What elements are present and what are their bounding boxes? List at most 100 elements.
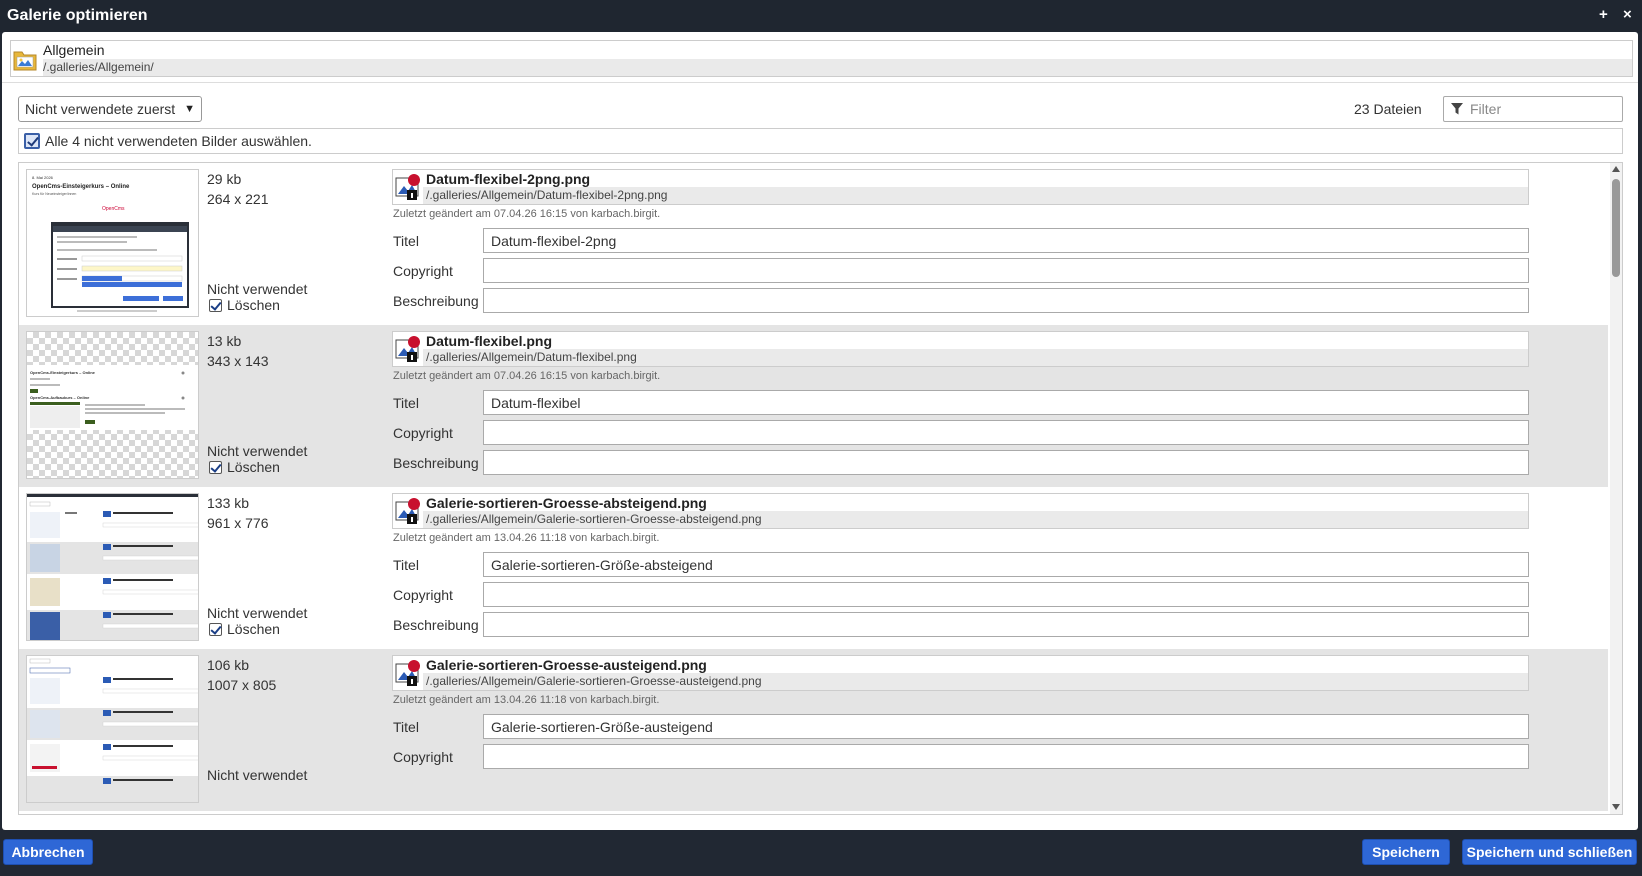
- thumb-date: 8. Mai 2026: [32, 175, 54, 180]
- image-dimensions: 1007 x 805: [207, 677, 277, 693]
- folder-name: Allgemein: [43, 42, 105, 58]
- file-info[interactable]: Datum-flexibel.png /.galleries/Allgemein…: [392, 331, 1529, 367]
- unused-status: Nicht verwendet: [207, 767, 308, 783]
- sort-selected-value: Nicht verwendete zuerst: [25, 101, 176, 117]
- svg-text:OpenCms-Einsteigerkurs – Onlin: OpenCms-Einsteigerkurs – Online: [30, 370, 96, 375]
- last-modified: Zuletzt geändert am 13.04.26 11:18 von k…: [393, 532, 660, 544]
- copyright-label: Copyright: [393, 587, 453, 603]
- delete-checkbox-box[interactable]: [209, 460, 222, 474]
- title-label: Titel: [393, 233, 419, 249]
- file-info[interactable]: Galerie-sortieren-Groesse-absteigend.png…: [392, 493, 1529, 529]
- file-name: Datum-flexibel.png: [426, 333, 553, 349]
- image-dimensions: 961 x 776: [207, 515, 269, 531]
- file-info[interactable]: Datum-flexibel-2png.png /.galleries/Allg…: [392, 169, 1529, 205]
- delete-checkbox[interactable]: Löschen: [207, 297, 280, 313]
- list-scrollbar[interactable]: [1610, 163, 1622, 814]
- image-file-icon: [395, 660, 420, 686]
- scroll-up-icon[interactable]: [1612, 166, 1620, 172]
- save-button[interactable]: Speichern: [1362, 839, 1450, 865]
- title-label: Titel: [393, 719, 419, 735]
- description-label: Beschreibung: [393, 293, 479, 309]
- gallery-optimize-dialog: Galerie optimieren + × Allgemein /.galle…: [0, 0, 1642, 876]
- delete-checkbox[interactable]: Löschen: [207, 459, 280, 475]
- copyright-input[interactable]: [483, 744, 1529, 769]
- toolbar-divider: [2, 82, 1638, 83]
- save-close-button[interactable]: Speichern und schließen: [1462, 839, 1637, 865]
- description-label: Beschreibung: [393, 455, 479, 471]
- list-item: OpenCms-Einsteigerkurs – Online OpenCms-…: [19, 325, 1608, 487]
- image-dimensions: 264 x 221: [207, 191, 269, 207]
- image-file-icon: [395, 336, 420, 362]
- sort-select[interactable]: Nicht verwendete zuerst ▼: [18, 96, 202, 122]
- copyright-label: Copyright: [393, 749, 453, 765]
- file-info[interactable]: Galerie-sortieren-Groesse-austeigend.png…: [392, 655, 1529, 691]
- svg-text:OpenCms-Einsteigerkurs – Onlin: OpenCms-Einsteigerkurs – Online: [32, 184, 130, 190]
- image-thumbnail: [26, 655, 199, 803]
- image-thumbnail: 8. Mai 2026 OpenCms-Einsteigerkurs – Onl…: [26, 169, 199, 317]
- title-input[interactable]: [483, 714, 1529, 739]
- folder-path: /.galleries/Allgemein/: [43, 60, 154, 74]
- folder-info: Allgemein /.galleries/Allgemein/: [10, 40, 1633, 77]
- image-file-icon: [395, 174, 420, 200]
- image-thumbnail: [26, 493, 199, 641]
- title-input[interactable]: [483, 390, 1529, 415]
- file-size: 133 kb: [207, 495, 250, 511]
- title-input[interactable]: [483, 228, 1529, 253]
- file-name: Galerie-sortieren-Groesse-austeigend.png: [426, 657, 707, 673]
- dialog-titlebar: Galerie optimieren + ×: [0, 0, 1642, 32]
- dialog-title: Galerie optimieren: [7, 7, 148, 24]
- file-name: Galerie-sortieren-Groesse-absteigend.png: [426, 495, 707, 511]
- unused-status: Nicht verwendet: [207, 605, 308, 621]
- last-modified: Zuletzt geändert am 07.04.26 16:15 von k…: [393, 370, 661, 382]
- title-label: Titel: [393, 395, 419, 411]
- image-list[interactable]: 8. Mai 2026 OpenCms-Einsteigerkurs – Onl…: [18, 162, 1623, 815]
- dialog-content: Allgemein /.galleries/Allgemein/ Nicht v…: [2, 32, 1638, 830]
- title-input[interactable]: [483, 552, 1529, 577]
- description-input[interactable]: [483, 612, 1529, 637]
- copyright-label: Copyright: [393, 263, 453, 279]
- svg-text:Kurs für Neueinsteiger/innen: Kurs für Neueinsteiger/innen: [32, 192, 76, 196]
- copyright-input[interactable]: [483, 582, 1529, 607]
- copyright-input[interactable]: [483, 258, 1529, 283]
- last-modified: Zuletzt geändert am 13.04.26 11:18 von k…: [393, 694, 660, 706]
- list-item: 133 kb 961 x 776 Nicht verwendet Löschen: [19, 487, 1608, 649]
- file-path: /.galleries/Allgemein/Galerie-sortieren-…: [426, 674, 762, 688]
- delete-checkbox-box[interactable]: [209, 298, 222, 312]
- filter-input[interactable]: [1470, 100, 1618, 118]
- description-input[interactable]: [483, 288, 1529, 313]
- select-all-row[interactable]: Alle 4 nicht verwendeten Bilder auswähle…: [18, 128, 1623, 154]
- svg-text:OpenCms-Aufbaukurs – Online: OpenCms-Aufbaukurs – Online: [30, 395, 90, 400]
- image-file-icon: [395, 498, 420, 524]
- cancel-button[interactable]: Abbrechen: [3, 839, 93, 865]
- folder-icon: [13, 51, 37, 71]
- copyright-input[interactable]: [483, 420, 1529, 445]
- select-all-checkbox[interactable]: [24, 133, 40, 149]
- delete-checkbox-box[interactable]: [209, 622, 222, 636]
- unused-status: Nicht verwendet: [207, 281, 308, 297]
- image-thumbnail: OpenCms-Einsteigerkurs – Online OpenCms-…: [26, 331, 199, 479]
- select-all-label: Alle 4 nicht verwendeten Bilder auswähle…: [45, 133, 312, 149]
- file-size: 106 kb: [207, 657, 250, 673]
- file-count: 23 Dateien: [1354, 101, 1422, 117]
- file-path: /.galleries/Allgemein/Datum-flexibel-2pn…: [426, 188, 668, 202]
- delete-label: Löschen: [227, 459, 280, 475]
- file-path: /.galleries/Allgemein/Datum-flexibel.png: [426, 350, 637, 364]
- description-input[interactable]: [483, 450, 1529, 475]
- delete-checkbox[interactable]: Löschen: [207, 621, 280, 637]
- chevron-down-icon: ▼: [184, 103, 195, 115]
- file-path: /.galleries/Allgemein/Galerie-sortieren-…: [426, 512, 762, 526]
- file-size: 29 kb: [207, 171, 242, 187]
- svg-text:OpenCms: OpenCms: [102, 206, 125, 212]
- maximize-icon[interactable]: +: [1599, 6, 1608, 23]
- scroll-down-icon[interactable]: [1612, 804, 1620, 810]
- file-name: Datum-flexibel-2png.png: [426, 171, 591, 187]
- filter-field[interactable]: [1443, 96, 1623, 122]
- image-dimensions: 343 x 143: [207, 353, 269, 369]
- list-item: 8. Mai 2026 OpenCms-Einsteigerkurs – Onl…: [19, 163, 1608, 325]
- copyright-label: Copyright: [393, 425, 453, 441]
- unused-status: Nicht verwendet: [207, 443, 308, 459]
- list-item: 106 kb 1007 x 805 Nicht verwendet Galeri…: [19, 649, 1608, 811]
- scrollbar-thumb[interactable]: [1612, 179, 1620, 277]
- file-size: 13 kb: [207, 333, 242, 349]
- close-icon[interactable]: ×: [1623, 6, 1632, 23]
